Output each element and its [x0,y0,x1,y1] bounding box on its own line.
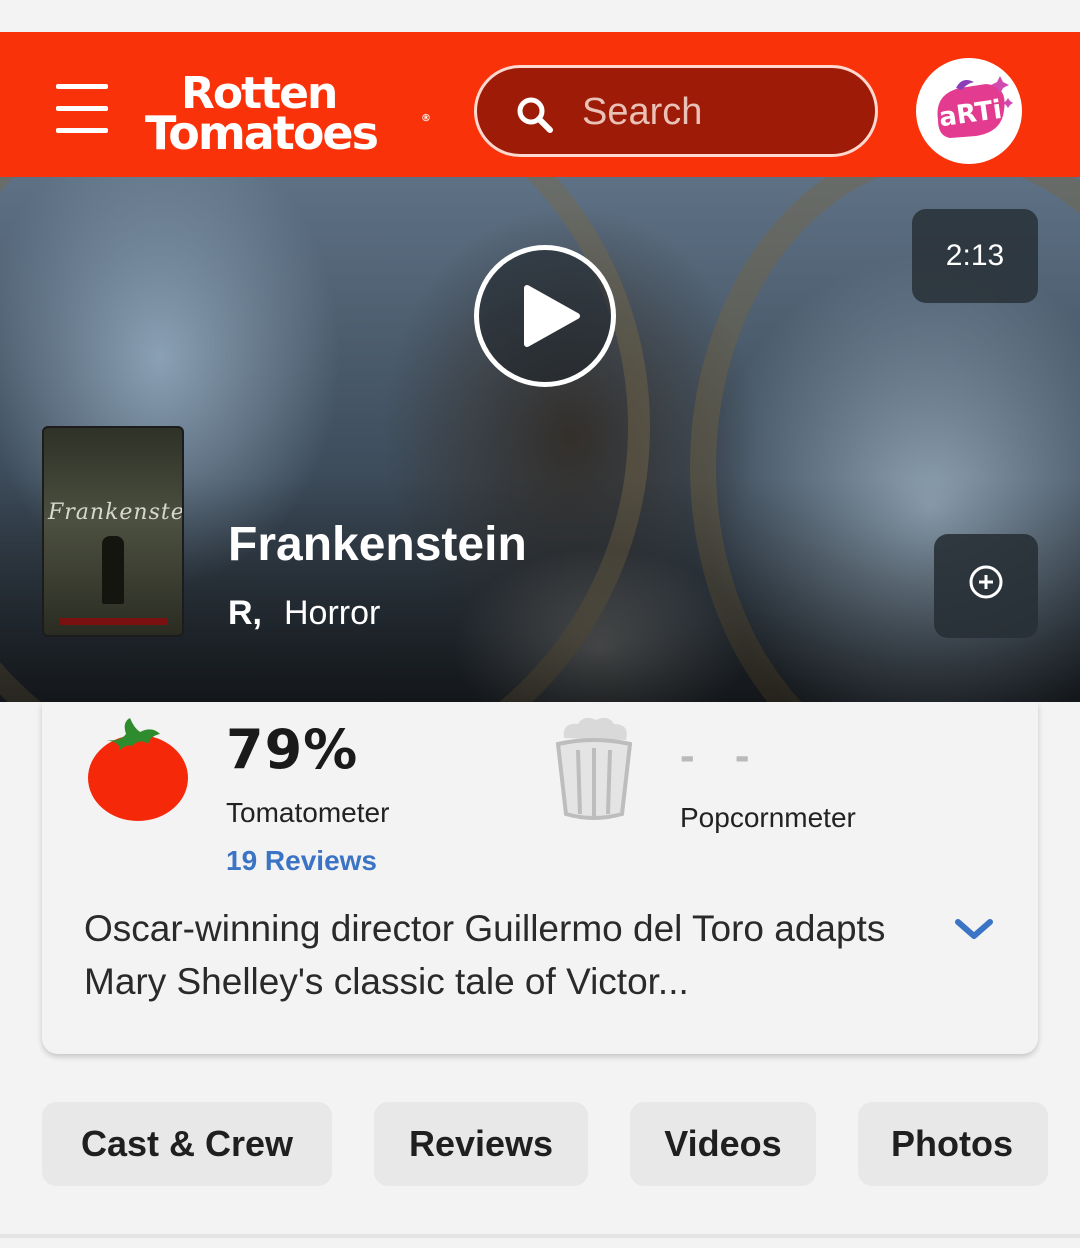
logo-line-2: Tomatoes [145,106,379,160]
movie-title: Frankenstein [228,518,527,571]
menu-button[interactable] [56,84,110,133]
hamburger-icon-line [56,128,108,133]
user-avatar[interactable]: aRTi [916,58,1022,164]
tab-cast-crew[interactable]: Cast & Crew [42,1102,332,1186]
movie-rating: R, [228,594,262,632]
empty-popcorn-icon [555,717,633,820]
tomatometer-label: Tomatometer [226,797,390,828]
chevron-down-icon[interactable] [952,914,996,944]
rotten-tomatoes-logo[interactable]: Rotten Tomatoes ® [145,72,431,157]
search-placeholder: Search [582,91,703,133]
reviews-count-link[interactable]: 19 Reviews [226,844,377,878]
section-divider [0,1234,1080,1238]
popcornmeter-score: - - [680,731,764,780]
movie-synopsis: Oscar-winning director Guillermo del Tor… [84,908,886,1002]
trailer-duration-badge: 2:13 [912,209,1038,303]
scores-card: 79% Tomatometer 19 Reviews - - Popcornme… [42,702,1038,1054]
tab-photos[interactable]: Photos [858,1102,1048,1186]
tab-videos[interactable]: Videos [630,1102,816,1186]
avatar-badge-icon: aRTi [923,65,1015,157]
section-tabs: Cast & Crew Reviews Videos Photos [0,1102,1080,1186]
search-icon [517,97,553,133]
play-icon [524,285,580,347]
play-trailer-button[interactable] [474,245,616,387]
site-header: Rotten Tomatoes ® Search aRTi [0,32,1080,177]
trailer-hero[interactable]: 2:13 Frankenstein Frankenstein R, Horror [0,177,1080,702]
hamburger-icon-line [56,84,108,89]
tab-reviews[interactable]: Reviews [374,1102,588,1186]
poster-figure [102,536,124,604]
tomatometer-score: 79% [226,718,359,781]
movie-page: Rotten Tomatoes ® Search aRTi 2:13 Frank… [0,0,1080,1248]
popcornmeter-label: Popcornmeter [680,802,856,833]
search-input[interactable]: Search [474,65,878,157]
movie-genre: Horror [284,594,381,632]
poster-title-script: Frankenstein [48,500,184,525]
plus-circle-icon [969,565,1003,599]
movie-meta: R, Horror [228,591,380,635]
hamburger-icon-line [56,106,108,111]
fresh-tomato-icon [88,718,188,821]
poster-release-bar [60,618,168,625]
add-to-watchlist-button[interactable] [934,534,1038,638]
registered-mark: ® [421,113,431,124]
movie-poster[interactable]: Frankenstein [42,426,184,637]
